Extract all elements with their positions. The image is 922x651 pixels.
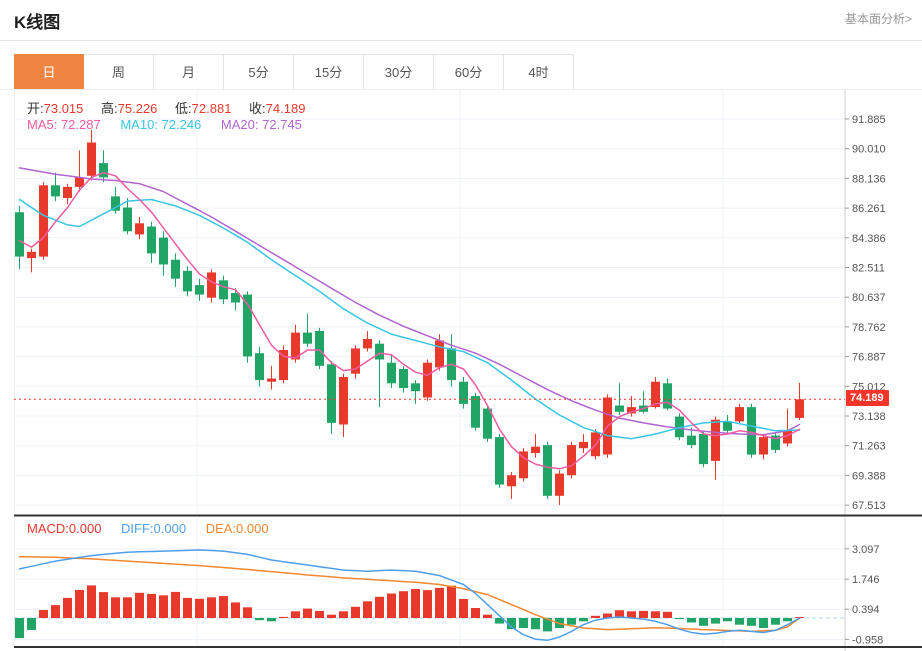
tab-day[interactable]: 日 (14, 54, 84, 90)
tab-month[interactable]: 月 (154, 54, 224, 90)
tab-4hour[interactable]: 4时 (504, 54, 574, 90)
ma5-value: MA5: 72.287 (27, 117, 101, 132)
close-label: 收: (249, 101, 266, 116)
svg-text:90.010: 90.010 (852, 144, 886, 156)
fundamental-analysis-link[interactable]: 基本面分析> (845, 10, 912, 27)
svg-text:0.394: 0.394 (852, 604, 880, 616)
macd-chart-canvas[interactable]: 3.097 1.746 0.394 -0.958 (14, 518, 922, 651)
ohlc-legend: 开:73.015 高:75.226 低:72.881 收:74.189 (27, 98, 319, 117)
macd-legend: MACD:0.000 DIFF:0.000 DEA:0.000 (27, 521, 285, 536)
period-tabs: 日 周 月 5分 15分 30分 60分 4时 (14, 54, 574, 90)
svg-text:91.885: 91.885 (852, 114, 886, 126)
svg-text:76.887: 76.887 (852, 352, 886, 364)
tab-30min[interactable]: 30分 (364, 54, 434, 90)
diff-value: DIFF:0.000 (121, 521, 187, 536)
svg-text:3.097: 3.097 (852, 544, 880, 556)
dea-value: DEA:0.000 (205, 521, 269, 536)
main-gridlines (14, 90, 845, 515)
svg-text:69.388: 69.388 (852, 470, 886, 482)
tab-60min[interactable]: 60分 (434, 54, 504, 90)
svg-text:71.263: 71.263 (852, 441, 886, 453)
current-price-badge: 74.189 (846, 390, 889, 406)
svg-text:73.138: 73.138 (852, 411, 886, 423)
high-label: 高: (101, 101, 118, 116)
high-value: 75.226 (117, 101, 158, 116)
svg-text:-0.958: -0.958 (852, 634, 883, 646)
tab-5min[interactable]: 5分 (224, 54, 294, 90)
low-value: 72.881 (191, 101, 232, 116)
macd-value: MACD:0.000 (27, 521, 102, 536)
ma-legend: MA5: 72.287 MA10: 72.246 MA20: 72.745 (27, 117, 318, 132)
svg-text:84.386: 84.386 (852, 233, 886, 245)
macd-gridlines (14, 518, 845, 647)
tab-15min[interactable]: 15分 (294, 54, 364, 90)
kline-page: K线图 基本面分析> 日 周 月 5分 15分 30分 60分 4时 91.88… (0, 0, 922, 651)
main-y-axis: 91.885 90.010 88.136 86.261 84.386 82.511 80.6… (844, 90, 886, 517)
open-label: 开: (27, 101, 44, 116)
ma10-value: MA10: 72.246 (120, 117, 202, 132)
candles (15, 129, 804, 506)
page-title: K线图 (14, 13, 61, 32)
svg-text:88.136: 88.136 (852, 173, 886, 185)
low-label: 低: (175, 101, 192, 116)
svg-text:67.513: 67.513 (852, 500, 886, 512)
svg-text:1.746: 1.746 (852, 574, 880, 586)
close-value: 74.189 (265, 101, 306, 116)
svg-text:86.261: 86.261 (852, 203, 886, 215)
ma20-value: MA20: 72.745 (220, 117, 302, 132)
main-chart-canvas[interactable]: 91.885 90.010 88.136 86.261 84.386 82.511 80.6… (14, 90, 922, 522)
header-divider (0, 40, 922, 41)
svg-text:80.637: 80.637 (852, 292, 886, 304)
open-value: 73.015 (43, 101, 84, 116)
macd-y-axis: 3.097 1.746 0.394 -0.958 (844, 518, 883, 651)
svg-text:78.762: 78.762 (852, 322, 886, 334)
tab-week[interactable]: 周 (84, 54, 154, 90)
svg-text:82.511: 82.511 (852, 263, 885, 275)
